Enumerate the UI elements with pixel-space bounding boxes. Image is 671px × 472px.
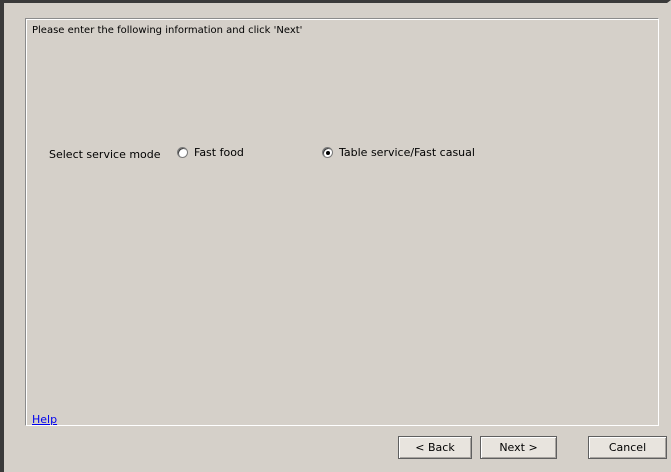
radio-checked-icon[interactable] [322, 147, 333, 158]
service-mode-label: Select service mode [49, 148, 161, 161]
back-button[interactable]: < Back [398, 436, 472, 459]
content-panel [25, 18, 659, 426]
cancel-button[interactable]: Cancel [588, 436, 667, 459]
radio-fast-food-label[interactable]: Fast food [194, 146, 244, 159]
next-button[interactable]: Next > [480, 436, 557, 459]
radio-table-service[interactable]: Table service/Fast casual [322, 146, 475, 159]
help-link[interactable]: Help [32, 413, 57, 426]
radio-table-service-label[interactable]: Table service/Fast casual [339, 146, 475, 159]
instructions-text: Please enter the following information a… [32, 25, 303, 36]
radio-unchecked-icon[interactable] [177, 147, 188, 158]
radio-fast-food[interactable]: Fast food [177, 146, 244, 159]
